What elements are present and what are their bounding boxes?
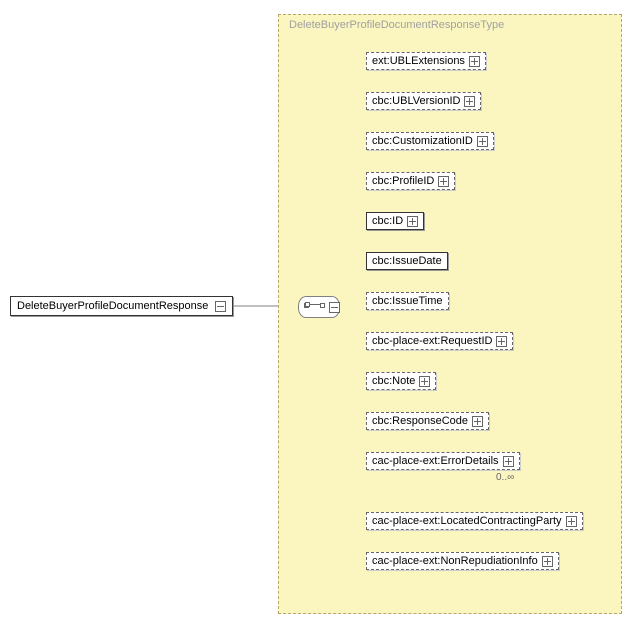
plus-icon[interactable]	[542, 556, 553, 567]
plus-icon[interactable]	[503, 456, 514, 467]
element-node[interactable]: cbc:ID	[366, 212, 424, 230]
element-node-label: cac-place-ext:ErrorDetails	[372, 455, 499, 467]
plus-icon[interactable]	[419, 376, 430, 387]
plus-icon[interactable]	[464, 96, 475, 107]
element-node-label: cbc:CustomizationID	[372, 135, 473, 147]
element-node[interactable]: cbc:IssueTime	[366, 292, 449, 310]
plus-icon[interactable]	[469, 56, 480, 67]
element-node[interactable]: cbc:UBLVersionID	[366, 92, 481, 110]
plus-icon[interactable]	[477, 136, 488, 147]
element-node-label: cbc:Note	[372, 375, 415, 387]
plus-icon[interactable]	[438, 176, 449, 187]
element-node-label: cac-place-ext:LocatedContractingParty	[372, 515, 562, 527]
plus-icon[interactable]	[496, 336, 507, 347]
element-node-label: cbc:ProfileID	[372, 175, 434, 187]
element-node-label: cbc:IssueTime	[372, 295, 443, 307]
element-root-label: DeleteBuyerProfileDocumentResponse	[17, 300, 208, 312]
element-node[interactable]: cbc:Note	[366, 372, 436, 390]
element-node-label: cac-place-ext:NonRepudiationInfo	[372, 555, 538, 567]
element-root[interactable]: DeleteBuyerProfileDocumentResponse	[10, 296, 233, 316]
element-node-label: cbc:UBLVersionID	[372, 95, 460, 107]
plus-icon[interactable]	[566, 516, 577, 527]
element-node[interactable]: cac-place-ext:NonRepudiationInfo	[366, 552, 559, 570]
element-node-label: cbc-place-ext:RequestID	[372, 335, 492, 347]
element-node[interactable]: cac-place-ext:ErrorDetails	[366, 452, 520, 470]
minus-icon[interactable]	[215, 301, 226, 312]
element-node[interactable]: cbc:IssueDate	[366, 252, 448, 270]
element-node-label: cbc:ResponseCode	[372, 415, 468, 427]
plus-icon[interactable]	[472, 416, 483, 427]
element-node-label: cbc:ID	[372, 215, 403, 227]
sequence-compositor[interactable]	[298, 296, 340, 318]
cardinality-label: 0..∞	[496, 472, 514, 483]
element-node[interactable]: cbc:ResponseCode	[366, 412, 489, 430]
element-node[interactable]: cbc:ProfileID	[366, 172, 455, 190]
element-node[interactable]: cac-place-ext:LocatedContractingParty	[366, 512, 583, 530]
element-node[interactable]: cbc-place-ext:RequestID	[366, 332, 513, 350]
element-node[interactable]: cbc:CustomizationID	[366, 132, 494, 150]
minus-icon[interactable]	[329, 302, 340, 313]
element-node[interactable]: ext:UBLExtensions	[366, 52, 486, 70]
element-node-label: cbc:IssueDate	[372, 255, 442, 267]
element-node-label: ext:UBLExtensions	[372, 55, 465, 67]
complextype-group-title: DeleteBuyerProfileDocumentResponseType	[289, 19, 504, 31]
plus-icon[interactable]	[407, 216, 418, 227]
